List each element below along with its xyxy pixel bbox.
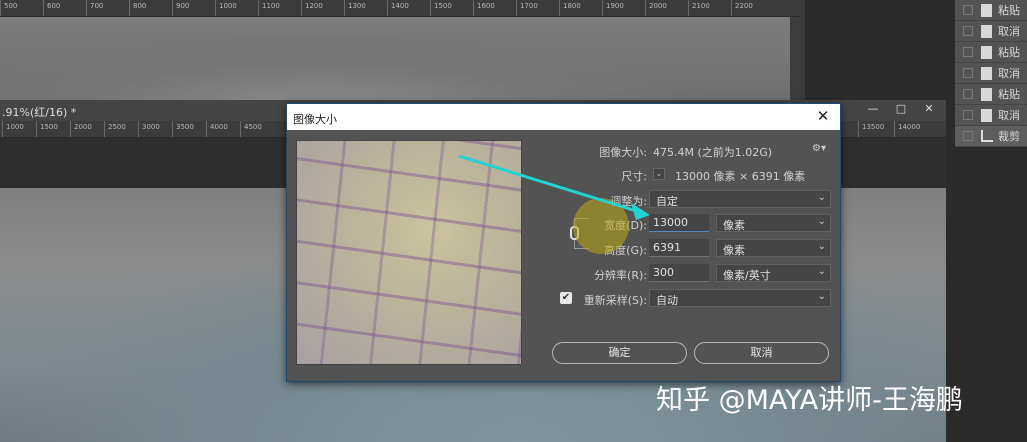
- arrow-line: [458, 154, 641, 214]
- arrow-head: [631, 203, 650, 220]
- watermark: 知乎 @MAYA讲师-王海鹏: [656, 385, 963, 416]
- annotation-arrow: [458, 154, 650, 220]
